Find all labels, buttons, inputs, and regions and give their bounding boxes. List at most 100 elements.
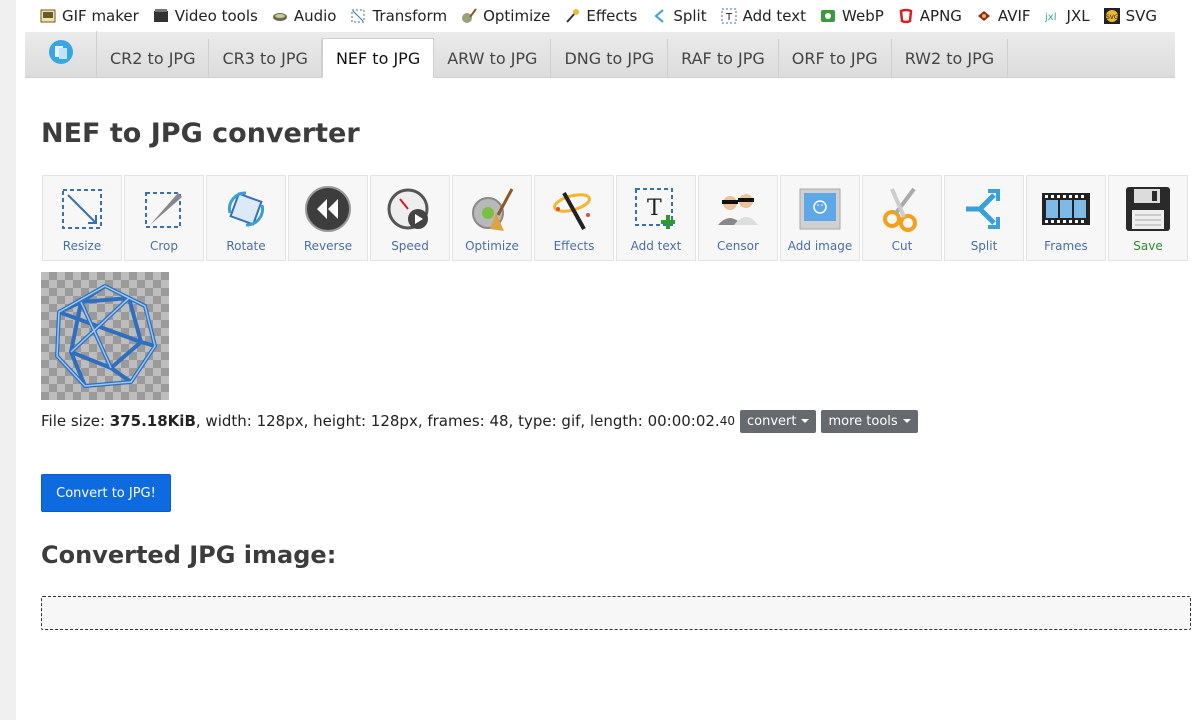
converter-tabs: CR2 to JPG CR3 to JPG NEF to JPG ARW to … [25,31,1175,78]
nav-item-transform[interactable]: Transform [350,7,447,25]
scissors-icon [877,184,927,234]
tool-label: Crop [149,239,178,253]
more-tools-dropdown-button[interactable]: more tools [821,409,918,433]
nav-item-webp[interactable]: WebP [820,7,884,25]
tool-label: Effects [553,239,595,253]
tab-home[interactable] [25,31,97,77]
caret-down-icon [902,419,911,423]
nav-label: Add text [742,7,807,25]
nav-label: Effects [586,7,638,25]
nav-item-apng[interactable]: APNG [898,7,962,25]
tool-label: Resize [62,239,102,253]
file-info-details: , width: 128px, height: 128px, frames: 4… [195,412,720,430]
split-icon [959,184,1009,234]
gif-preview-image [41,272,169,400]
nav-label: APNG [919,7,962,25]
resize-icon [57,184,107,234]
file-length-ms: 40 [719,414,735,428]
nav-item-svg[interactable]: SVG SVG [1103,7,1157,25]
add-image-icon [795,184,845,234]
nav-label: Transform [372,7,448,25]
tool-label: Add text [630,239,682,253]
nav-label: Audio [293,7,337,25]
tool-reverse-button[interactable]: Reverse [288,175,368,261]
top-navigation: GIF maker Video tools Audio Transform Op… [16,0,1200,32]
tab-rw2-to-jpg[interactable]: RW2 to JPG [892,39,1009,77]
nav-label: Video tools [174,7,258,25]
svg-text:T: T [725,12,733,23]
home-icon [48,39,74,69]
nav-item-jxl[interactable]: jxl JXL [1044,7,1090,25]
floppy-save-icon [1123,184,1173,234]
tool-add-text-button[interactable]: T Add text [616,175,696,261]
tab-orf-to-jpg[interactable]: ORF to JPG [779,39,892,77]
avif-icon [976,8,992,24]
tab-dng-to-jpg[interactable]: DNG to JPG [551,39,669,77]
nav-item-add-text[interactable]: T Add text [721,7,806,25]
tab-cr3-to-jpg[interactable]: CR3 to JPG [209,39,322,77]
nav-label: AVIF [997,7,1031,25]
reverse-icon [303,184,353,234]
nav-label: Split [673,7,707,25]
tab-cr2-to-jpg[interactable]: CR2 to JPG [97,39,210,77]
nav-item-video-tools[interactable]: Video tools [153,7,258,25]
nav-item-gif-maker[interactable]: GIF maker [40,7,139,25]
tool-label: Reverse [303,239,353,253]
tool-save-button[interactable]: Save [1108,175,1188,261]
tool-optimize-button[interactable]: Optimize [452,175,532,261]
jxl-icon: jxl [1044,8,1061,24]
tool-rotate-button[interactable]: Rotate [206,175,286,261]
censor-icon [713,184,763,234]
page-title: NEF to JPG converter [41,118,360,149]
gif-maker-icon [40,8,56,24]
webp-icon [820,8,836,24]
more-tools-dropdown-label: more tools [828,413,898,429]
nav-item-audio[interactable]: Audio [272,7,337,25]
nav-label: GIF maker [62,7,139,25]
crop-icon [139,184,189,234]
nav-item-split[interactable]: Split [651,7,707,25]
optimize-icon [461,8,477,24]
file-info-prefix: File size: [41,412,106,430]
nav-label: Optimize [483,7,551,25]
effects-icon [564,8,580,24]
tool-label: Add image [787,239,853,253]
add-text-icon: T [721,8,737,24]
rotate-icon [221,184,271,234]
tool-label: Censor [717,239,759,253]
audio-icon [272,8,288,24]
video-tools-icon [153,8,169,24]
convert-dropdown-button[interactable]: convert [740,409,817,433]
convert-dropdown-label: convert [747,413,797,429]
nav-label: JXL [1066,7,1090,25]
nav-item-optimize[interactable]: Optimize [461,7,550,25]
tool-effects-button[interactable]: Effects [534,175,614,261]
nav-item-effects[interactable]: Effects [564,7,637,25]
tool-resize-button[interactable]: Resize [42,175,122,261]
tab-nef-to-jpg[interactable]: NEF to JPG [321,38,435,78]
tool-label: Split [970,239,998,253]
nav-item-avif[interactable]: AVIF [976,7,1031,25]
tool-label: Cut [891,239,913,253]
tool-split-button[interactable]: Split [944,175,1024,261]
tab-raf-to-jpg[interactable]: RAF to JPG [668,39,779,77]
wireframe-polyhedron-image [55,284,157,388]
tab-arw-to-jpg[interactable]: ARW to JPG [434,39,552,77]
svg-text:jxl: jxl [1045,12,1056,23]
svg-text:T: T [647,196,662,221]
add-text-icon: T [631,184,681,234]
tool-bar: Resize Crop Rotate Reverse Speed Optimiz… [42,175,1192,261]
tool-add-image-button[interactable]: Add image [780,175,860,261]
tool-label: Save [1133,239,1163,253]
tool-cut-button[interactable]: Cut [862,175,942,261]
tool-label: Speed [391,239,429,253]
transform-icon [350,8,366,24]
tool-frames-button[interactable]: Frames [1026,175,1106,261]
tool-crop-button[interactable]: Crop [124,175,204,261]
convert-to-jpg-button[interactable]: Convert to JPG! [41,474,171,512]
svg-text:SVG: SVG [1106,14,1119,21]
tool-censor-button[interactable]: Censor [698,175,778,261]
tool-label: Rotate [226,239,266,253]
tool-label: Optimize [465,239,519,253]
tool-speed-button[interactable]: Speed [370,175,450,261]
